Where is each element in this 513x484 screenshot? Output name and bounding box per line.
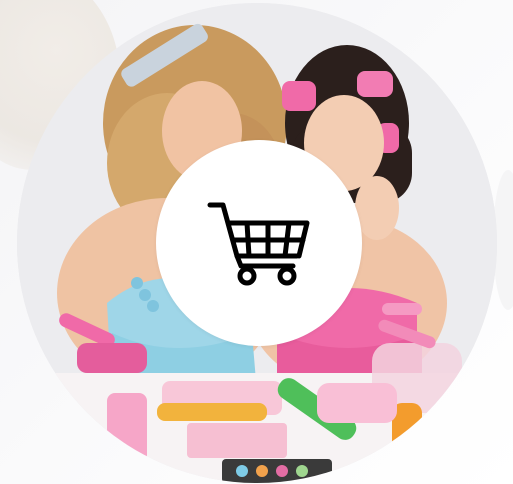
- add-to-cart-button[interactable]: [156, 140, 362, 346]
- page: [0, 0, 513, 484]
- shopping-cart-icon: [207, 202, 310, 286]
